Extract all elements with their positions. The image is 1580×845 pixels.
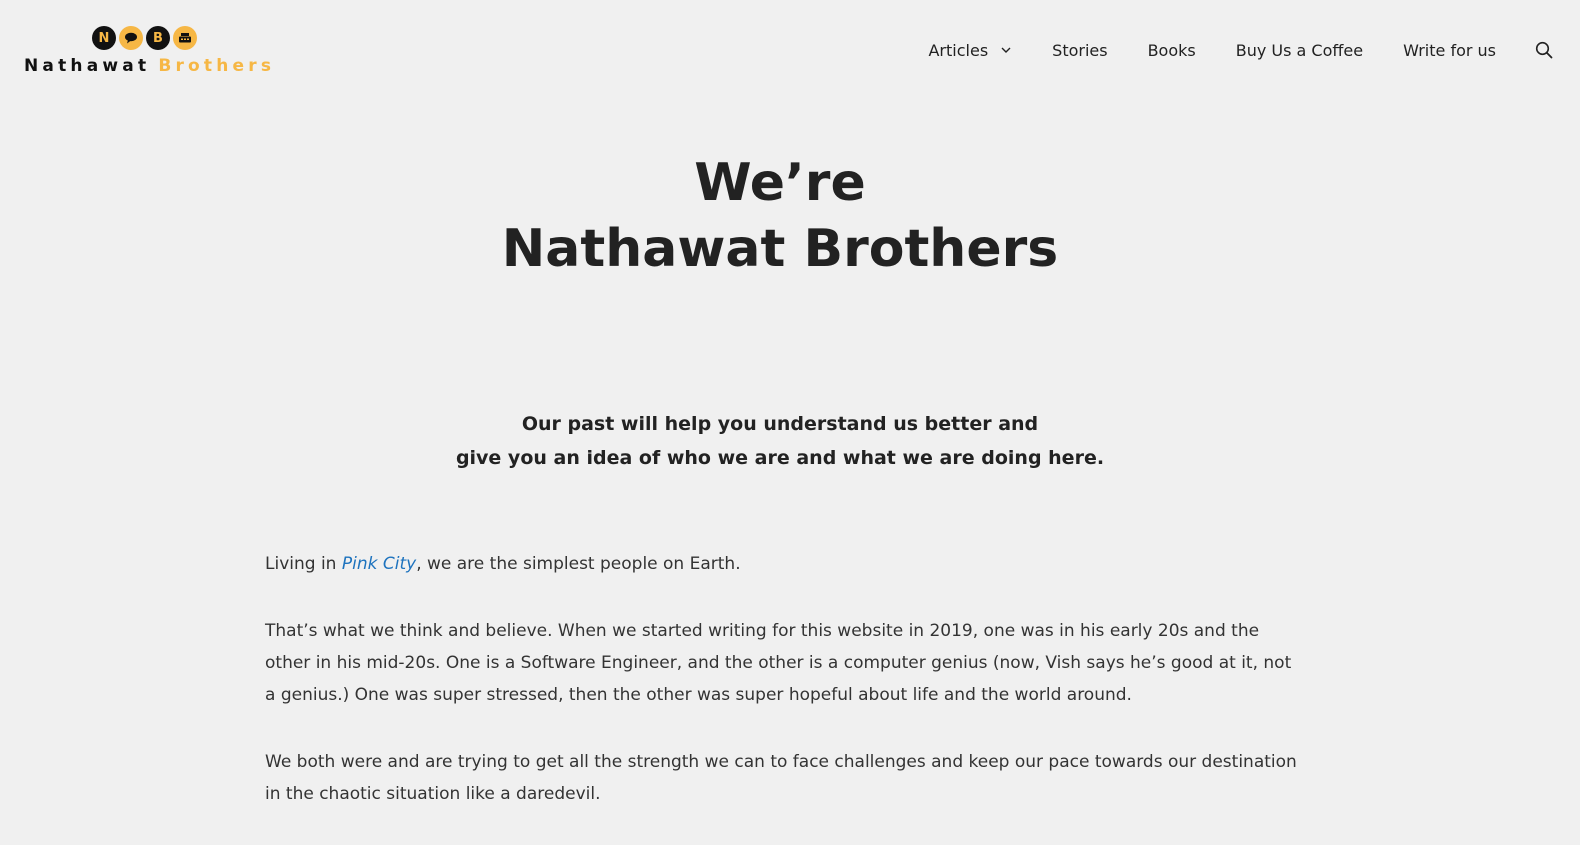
pink-city-link[interactable]: Pink City — [342, 554, 416, 574]
search-icon — [1535, 41, 1553, 59]
paragraph-intro-text-before: Living in — [265, 554, 342, 574]
nav-item-articles[interactable]: Articles — [928, 41, 1012, 60]
about-content: Living in Pink City, we are the simplest… — [265, 548, 1305, 845]
paragraph-strength: We both were and are trying to get all t… — [265, 752, 1297, 804]
site-header: N B Nathawat Brothers Articles Stories B… — [0, 0, 1580, 100]
paragraph-intro: Living in Pink City, we are the simplest… — [265, 548, 1305, 580]
tagline-line-1: Our past will help you understand us bet… — [521, 413, 1039, 435]
page-title: We’re Nathawat Brothers — [0, 150, 1560, 282]
main-navigation: Articles Stories Books Buy Us a Coffee W… — [928, 38, 1554, 62]
logo-wordmark: Nathawat Brothers — [24, 56, 275, 76]
typewriter-icon — [173, 26, 197, 50]
paragraph-background: That’s what we think and believe. When w… — [265, 621, 1292, 705]
logo-word-nathawat: Nathawat — [24, 56, 151, 76]
speech-bubble-icon — [119, 26, 143, 50]
paragraph-intro-text-after: , we are the simplest people on Earth. — [416, 554, 741, 574]
logo-letter-n: N — [92, 26, 116, 50]
tagline-line-2: give you an idea of who we are and what … — [455, 447, 1105, 469]
logo-letter-b: B — [146, 26, 170, 50]
site-logo[interactable]: N B Nathawat Brothers — [24, 26, 274, 78]
search-button[interactable] — [1534, 40, 1554, 60]
nav-item-stories[interactable]: Stories — [1052, 41, 1107, 60]
nav-item-books[interactable]: Books — [1148, 41, 1196, 60]
nav-item-buy-us-a-coffee[interactable]: Buy Us a Coffee — [1236, 41, 1363, 60]
page-title-line-2: Nathawat Brothers — [501, 219, 1059, 279]
nav-item-write-for-us[interactable]: Write for us — [1403, 41, 1496, 60]
tagline: Our past will help you understand us bet… — [0, 407, 1560, 475]
logo-badges: N B — [92, 26, 197, 52]
chevron-down-icon — [1001, 47, 1011, 53]
logo-word-brothers: Brothers — [158, 56, 276, 76]
page-title-line-1: We’re — [694, 153, 866, 213]
nav-item-label: Articles — [928, 40, 989, 60]
